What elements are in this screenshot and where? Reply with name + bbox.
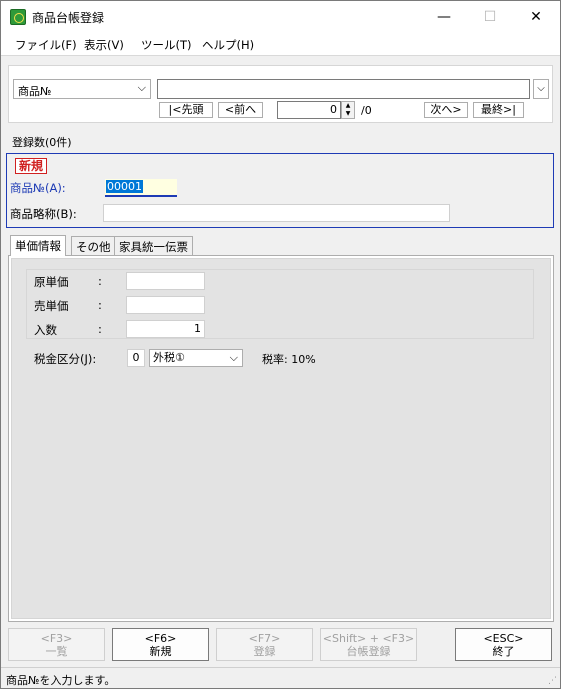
menu-help[interactable]: ヘルプ(H): [202, 37, 254, 53]
colon: :: [98, 298, 102, 312]
resize-grip-icon[interactable]: ⋰: [548, 676, 557, 686]
record-header-panel: 新規 商品№(A): 00001 商品略称(B):: [6, 153, 554, 228]
record-total: /0: [361, 104, 372, 117]
search-dropdown-button[interactable]: ⌵: [533, 79, 549, 99]
colon: :: [98, 274, 102, 288]
first-record-button[interactable]: |<先頭: [159, 102, 213, 118]
ledger-register-button-label: 台帳登録: [346, 645, 391, 658]
app-icon: [10, 9, 26, 25]
register-button[interactable]: <F7> 登録: [216, 628, 313, 661]
search-field-value: 商品№: [18, 85, 52, 98]
sell-price-input[interactable]: [126, 296, 205, 314]
register-button-label: 登録: [253, 645, 276, 658]
tax-rate: 税率: 10%: [262, 353, 316, 366]
new-button[interactable]: <F6> 新規: [112, 628, 209, 661]
product-code-label: 商品№(A):: [10, 181, 66, 195]
maximize-button[interactable]: ☐: [467, 1, 513, 32]
tab-other[interactable]: その他: [71, 236, 116, 256]
product-short-name-label: 商品略称(B):: [10, 207, 77, 221]
menu-view[interactable]: 表示(V): [84, 37, 124, 53]
spin-down-icon[interactable]: ▼: [342, 110, 354, 118]
next-record-button[interactable]: 次へ>: [424, 102, 468, 118]
title-bar: 商品台帳登録 — ☐ ✕: [1, 1, 560, 32]
register-button-key: <F7>: [248, 632, 281, 645]
status-bar: 商品№を入力します。 ⋰: [1, 667, 560, 688]
search-input[interactable]: [157, 79, 530, 99]
cost-price-input[interactable]: [126, 272, 205, 290]
spin-up-icon[interactable]: ▲: [342, 102, 354, 110]
list-button-key: <F3>: [40, 632, 73, 645]
tax-type-value: 外税①: [153, 351, 185, 364]
colon: :: [98, 322, 102, 336]
close-button[interactable]: ✕: [513, 1, 559, 32]
menu-bar: ファイル(F) 表示(V) ツール(T) ヘルプ(H): [1, 32, 560, 56]
product-code-input[interactable]: 00001: [105, 179, 177, 197]
sell-price-label: 売単価: [34, 299, 69, 313]
tab-panel: 原単価 : 売単価 : 入数 : 1 税金区分(J): 0 外税① ⌵ 税率: …: [8, 255, 554, 622]
window-title: 商品台帳登録: [32, 11, 105, 25]
tab-furniture-slip[interactable]: 家具統一伝票: [114, 236, 193, 256]
new-button-label: 新規: [149, 645, 172, 658]
quantity-input[interactable]: 1: [126, 320, 205, 338]
product-code-value: 00001: [106, 180, 143, 193]
status-message: 商品№を入力します。: [6, 674, 116, 687]
record-number-input[interactable]: 0: [277, 101, 341, 119]
tax-type-select[interactable]: 外税① ⌵: [149, 349, 243, 367]
tab-price-info[interactable]: 単価情報: [10, 235, 66, 256]
record-number-spinner[interactable]: ▲ ▼: [341, 101, 355, 119]
menu-tools[interactable]: ツール(T): [141, 37, 192, 53]
list-button-label: 一覧: [45, 645, 68, 658]
exit-button[interactable]: <ESC> 終了: [455, 628, 552, 661]
chevron-down-icon: ⌵: [229, 351, 238, 364]
chevron-down-icon: ⌵: [537, 83, 545, 94]
mode-badge: 新規: [15, 158, 48, 174]
tax-code-input[interactable]: 0: [127, 349, 145, 367]
ledger-register-button[interactable]: <Shift> + <F3> 台帳登録: [320, 628, 417, 661]
product-short-name-input[interactable]: [103, 204, 450, 222]
search-field-select[interactable]: 商品№ ⌵: [13, 79, 151, 99]
record-navigation-panel: 商品№ ⌵ ⌵ |<先頭 <前へ 0 ▲ ▼ /0 次へ> 最終>|: [8, 65, 553, 123]
menu-file[interactable]: ファイル(F): [15, 37, 77, 53]
prev-record-button[interactable]: <前へ: [218, 102, 263, 118]
tax-type-label: 税金区分(J):: [34, 352, 97, 366]
exit-button-label: 終了: [492, 645, 515, 658]
exit-button-key: <ESC>: [483, 632, 524, 645]
record-count: 登録数(0件): [12, 136, 72, 149]
price-info-panel: 原単価 : 売単価 : 入数 : 1 税金区分(J): 0 外税① ⌵ 税率: …: [11, 258, 551, 619]
new-button-key: <F6>: [144, 632, 177, 645]
chevron-down-icon: ⌵: [137, 81, 146, 94]
quantity-label: 入数: [34, 323, 57, 337]
ledger-register-button-key: <Shift> + <F3>: [322, 632, 415, 645]
app-window: 商品台帳登録 — ☐ ✕ ファイル(F) 表示(V) ツール(T) ヘルプ(H)…: [0, 0, 561, 689]
last-record-button[interactable]: 最終>|: [473, 102, 524, 118]
minimize-button[interactable]: —: [421, 1, 467, 32]
price-group: [26, 269, 534, 339]
list-button[interactable]: <F3> 一覧: [8, 628, 105, 661]
cost-price-label: 原単価: [34, 275, 69, 289]
